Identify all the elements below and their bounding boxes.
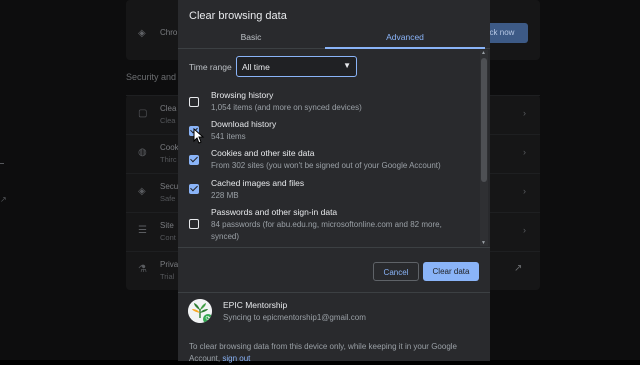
sign-out-link[interactable]: sign out [222,354,250,363]
row-subtitle: Clea [160,116,176,125]
chevron-right-icon: › [523,147,526,157]
clear-browsing-data-dialog: Clear browsing data Basic Advanced Time … [178,0,490,363]
browsing-history-checkbox[interactable] [189,97,199,107]
time-range-value: All time [242,62,270,72]
option-title: Browsing history [211,90,274,100]
row-title: Secu [160,182,179,191]
sidebar-mark [0,163,4,164]
cookie-icon: ◍ [138,147,147,158]
option-description: From 302 sites (you won't be signed out … [211,161,441,170]
account-name: EPIC Mentorship [223,300,288,310]
flask-icon: ⚗ [138,264,147,275]
row-title: Priva [160,260,179,269]
account-footer: ⟳ EPIC Mentorship Syncing to epicmentors… [178,292,490,363]
row-subtitle: Cont [160,233,176,242]
mouse-cursor-icon [193,128,205,144]
scrollbar-thumb[interactable] [481,58,487,182]
option-description: 1,054 items (and more on synced devices) [211,103,362,112]
tab-basic[interactable]: Basic [178,28,324,48]
dialog-title: Clear browsing data [189,10,287,22]
row-subtitle: Trial [160,272,175,281]
options-scrollbar[interactable]: ▲ ▼ [480,50,488,246]
security-section-title: Security and [126,72,177,82]
options-scroll-area: Time range All time ▼ Browsing history 1… [178,48,490,246]
cached-images-checkbox[interactable] [189,184,199,194]
sliders-icon: ☰ [138,225,147,236]
shield-icon: ◈ [138,28,146,39]
passwords-checkbox[interactable] [189,219,199,229]
option-title: Passwords and other sign-in data [211,207,338,217]
scroll-down-arrow-icon[interactable]: ▼ [481,240,486,246]
chevron-right-icon: › [523,225,526,235]
account-sync-status: Syncing to epicmentorship1@gmail.com [223,313,366,322]
dropdown-arrow-icon: ▼ [343,61,351,70]
cookies-checkbox[interactable] [189,155,199,165]
row-subtitle: Safe [160,194,176,203]
dialog-divider [178,247,490,248]
time-range-select[interactable]: All time ▼ [236,56,357,77]
tab-advanced-label: Advanced [386,32,424,42]
clear-data-button[interactable]: Clear data [423,262,479,281]
option-title: Cookies and other site data [211,148,315,158]
time-range-label: Time range [189,62,232,72]
row-title: Clea [160,104,177,113]
trash-icon: ▢ [138,108,148,119]
external-link-icon: ↗ [0,195,7,204]
scroll-up-arrow-icon[interactable]: ▲ [481,50,486,56]
footer-note: To clear browsing data from this device … [189,341,479,365]
dialog-tabs: Basic Advanced [178,28,490,49]
chevron-right-icon: › [523,186,526,196]
shield-icon: ◈ [138,186,146,197]
option-description: 228 MB [211,191,239,200]
option-description: 541 items [211,132,246,141]
option-title: Download history [211,119,277,129]
external-link-icon[interactable]: ↗ [514,263,522,274]
sync-badge-icon: ⟳ [203,314,212,323]
row-title: Site [160,221,174,230]
avatar: ⟳ [188,299,212,323]
row-title: Cook [160,143,179,152]
option-description: 84 passwords (for abu.edu.ng, microsofto… [211,220,442,241]
chevron-right-icon: › [523,108,526,118]
tab-advanced[interactable]: Advanced [325,28,485,49]
option-title: Cached images and files [211,178,305,188]
cancel-button[interactable]: Cancel [373,262,419,281]
row-subtitle: Thirc [160,155,177,164]
safety-check-label: Chro [160,28,178,37]
